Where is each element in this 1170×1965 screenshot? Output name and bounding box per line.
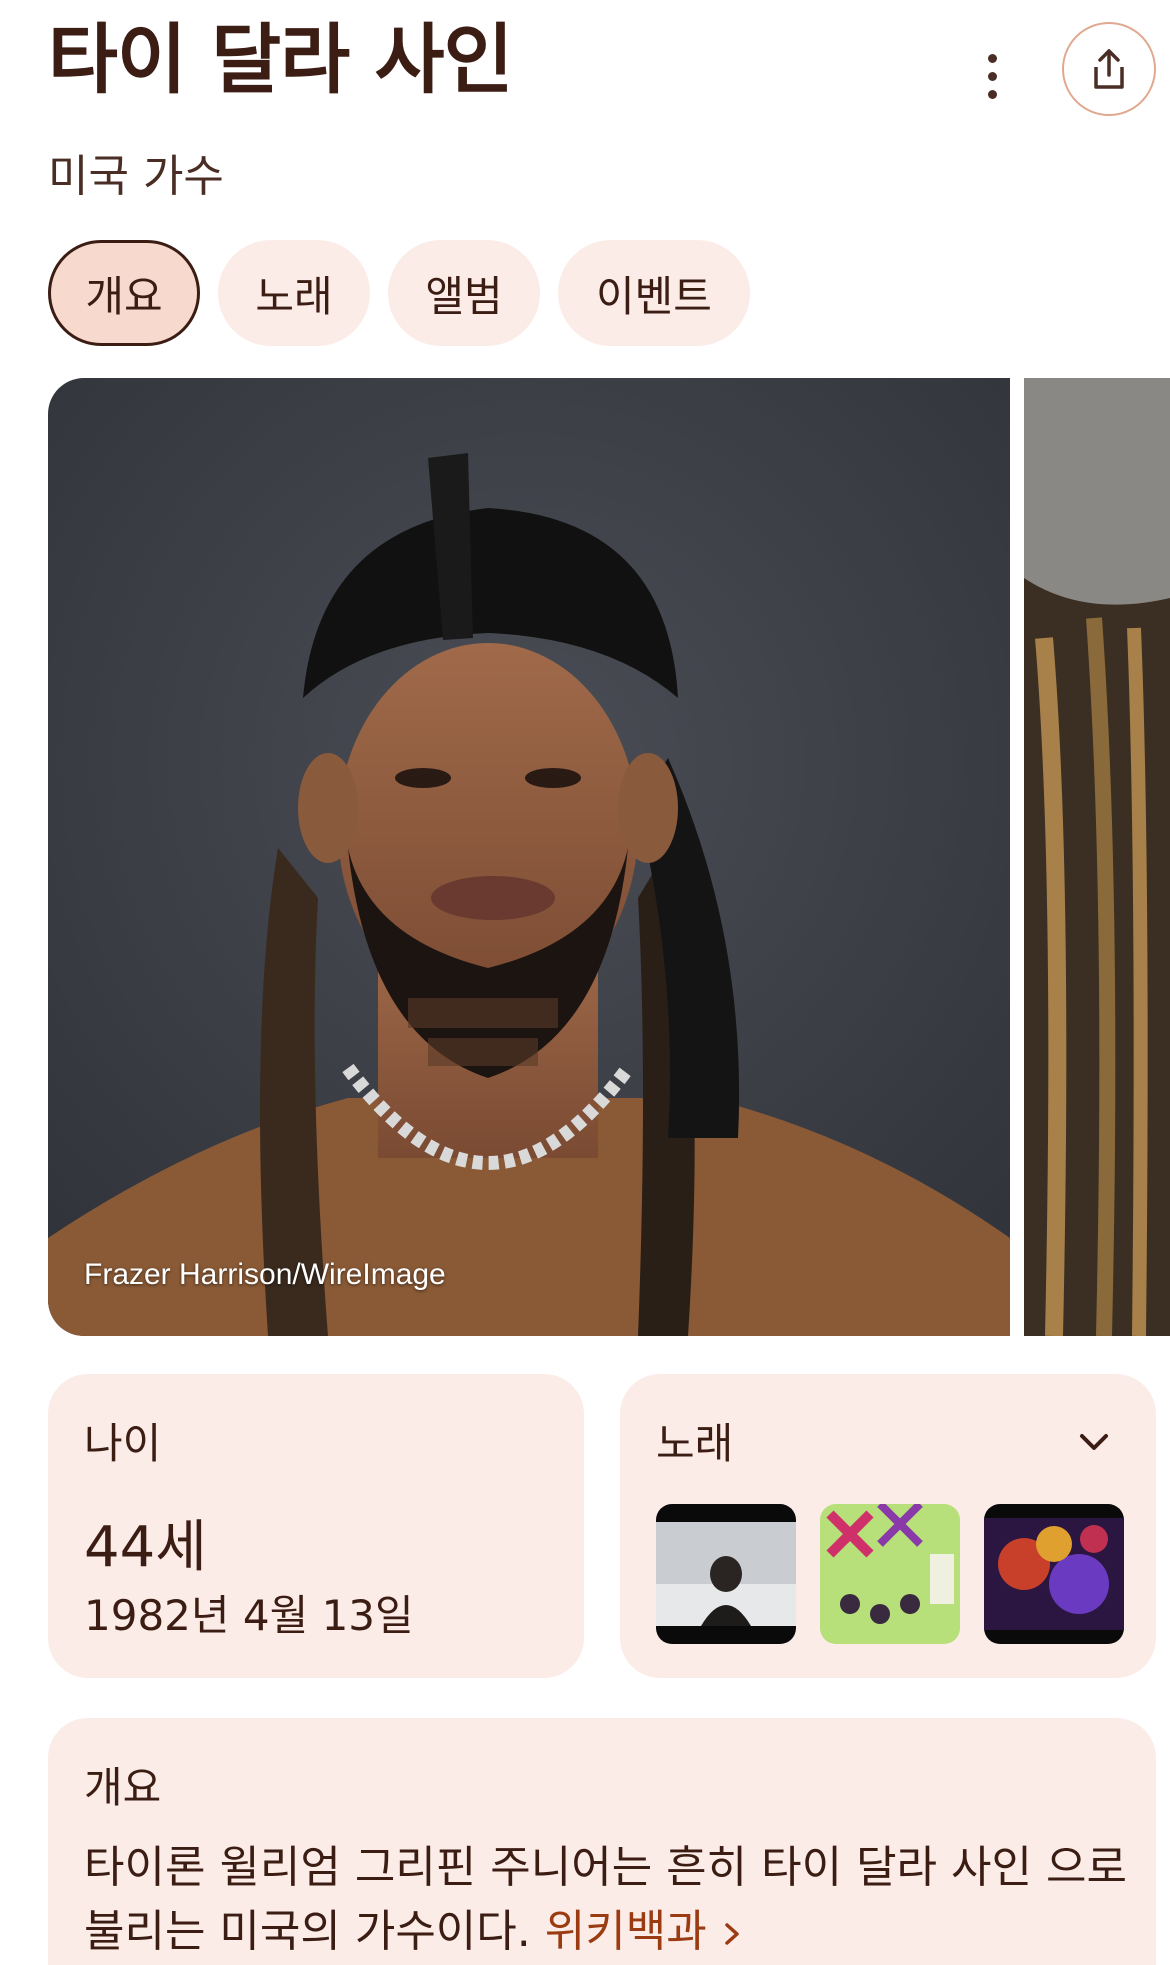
artist-photo[interactable]: Frazer Harrison/WireImage — [48, 378, 1010, 1336]
overview-label: 개요 — [84, 1763, 162, 1812]
tab-albums[interactable]: 앨범 — [388, 240, 540, 346]
tab-songs[interactable]: 노래 — [218, 240, 370, 346]
overview-card: 개요 타이론 윌리엄 그리핀 주니어는 흔히 타이 달라 사인 으로 불리는 미… — [48, 1718, 1156, 1965]
song-thumbnail[interactable] — [984, 1504, 1124, 1644]
songs-label: 노래 — [656, 1419, 734, 1468]
photo-credit: Frazer Harrison/WireImage — [84, 1258, 446, 1291]
tab-events[interactable]: 이벤트 — [558, 240, 750, 346]
age-card[interactable]: 나이 44세 1982년 4월 13일 — [48, 1374, 584, 1678]
next-photo[interactable] — [1024, 378, 1170, 1336]
song-thumbnails — [656, 1504, 1124, 1644]
more-options-button[interactable] — [972, 46, 1012, 106]
tab-bar: 개요 노래 앨범 이벤트 — [48, 240, 750, 346]
song-thumbnail[interactable] — [820, 1504, 960, 1644]
chevron-right-icon — [724, 1923, 739, 1945]
artist-portrait-image — [48, 378, 1010, 1336]
share-icon — [1094, 49, 1124, 89]
song-thumbnail[interactable] — [656, 1504, 796, 1644]
chevron-down-icon[interactable] — [1072, 1420, 1116, 1464]
songs-card[interactable]: 노래 — [620, 1374, 1156, 1678]
tab-overview[interactable]: 개요 — [48, 240, 200, 346]
knowledge-panel: 타이 달라 사인 미국 가수 개요 노래 앨범 이벤트 Frazer Harri… — [0, 0, 1170, 1965]
overview-description: 타이론 윌리엄 그리핀 주니어는 흔히 타이 달라 사인 으로 불리는 미국의 … — [84, 1836, 1134, 1964]
page-subtitle: 미국 가수 — [48, 151, 224, 202]
birth-date: 1982년 4월 13일 — [84, 1591, 414, 1640]
age-value: 44세 — [84, 1515, 207, 1580]
age-label: 나이 — [84, 1419, 162, 1468]
page-title: 타이 달라 사인 — [48, 15, 513, 104]
share-button[interactable] — [1062, 22, 1156, 116]
secondary-photo-image — [1024, 378, 1170, 1336]
wikipedia-link[interactable]: 위키백과 — [545, 1906, 743, 1957]
more-vert-icon — [987, 53, 997, 63]
